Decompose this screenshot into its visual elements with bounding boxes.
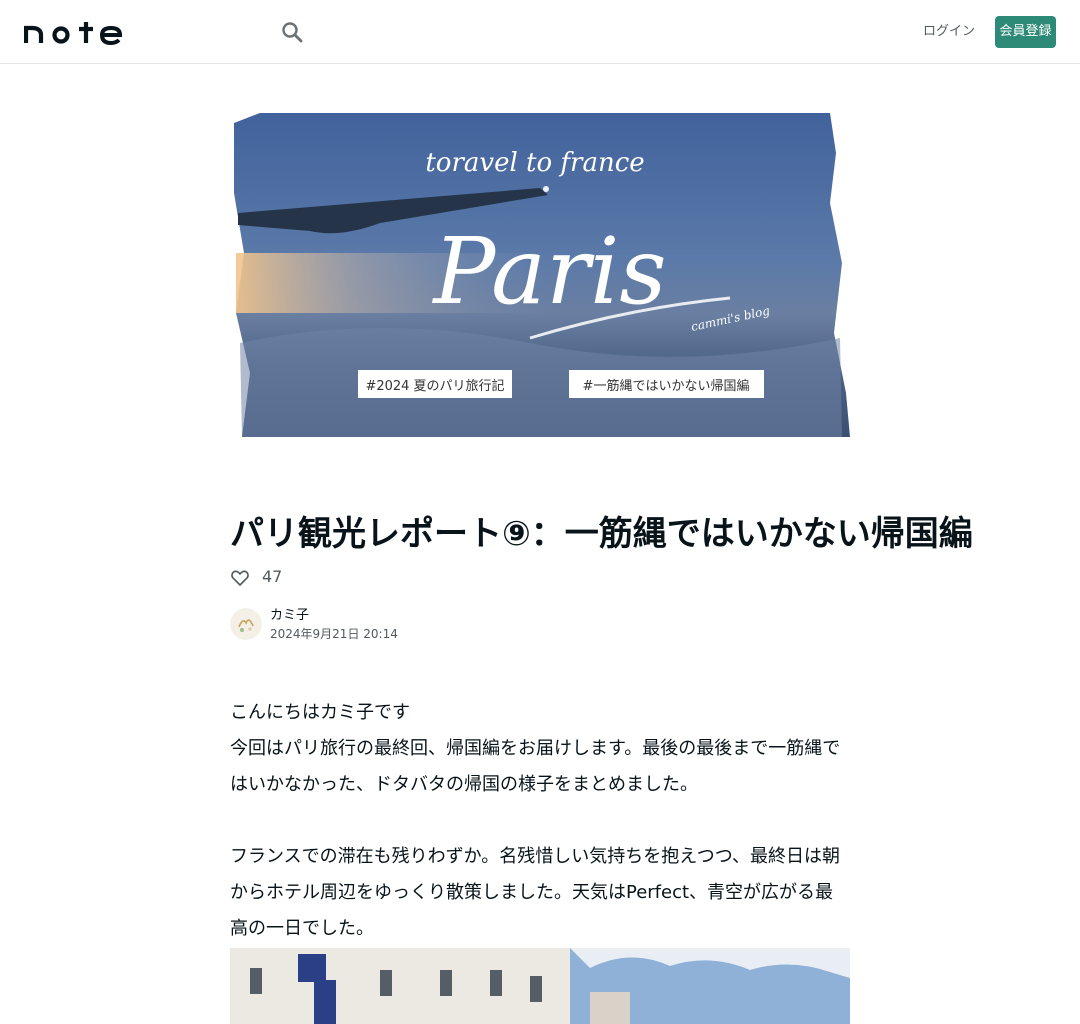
hero-tag-right: #一筋縄ではいかない帰国編 bbox=[583, 378, 750, 394]
hero-script-main: Paris bbox=[431, 218, 666, 325]
article-photo bbox=[230, 948, 850, 1024]
post-date: 2024年9月21日 20:14 bbox=[270, 627, 398, 641]
avatar[interactable] bbox=[230, 608, 262, 640]
heart-icon[interactable] bbox=[230, 568, 250, 588]
search-icon[interactable] bbox=[278, 18, 306, 46]
hero-image: toravel to france Paris cammi's blog #20… bbox=[230, 113, 850, 437]
hero-tag-left: #2024 夏のパリ旅行記 bbox=[365, 378, 504, 394]
signup-button[interactable]: 会員登録 bbox=[995, 16, 1056, 48]
like-count: 47 bbox=[262, 567, 283, 586]
paragraph-greeting: こんにちはカミ子です bbox=[230, 702, 410, 723]
site-header: ログイン 会員登録 bbox=[0, 0, 1080, 64]
paragraph-intro: 今回はパリ旅行の最終回、帰国編をお届けします。最後の最後まで一筋縄ではいかなかっ… bbox=[230, 738, 841, 795]
note-logo[interactable] bbox=[24, 19, 124, 45]
hero-script-top: toravel to france bbox=[425, 148, 644, 178]
article-title: パリ観光レポート⑨：一筋縄ではいかない帰国編 bbox=[230, 514, 973, 554]
paragraph-body: フランスでの滞在も残りわずか。名残惜しい気持ちを抱えつつ、最終日は朝からホテル周… bbox=[230, 846, 841, 939]
author-name[interactable]: カミ子 bbox=[270, 608, 309, 624]
login-link[interactable]: ログイン bbox=[922, 22, 976, 42]
